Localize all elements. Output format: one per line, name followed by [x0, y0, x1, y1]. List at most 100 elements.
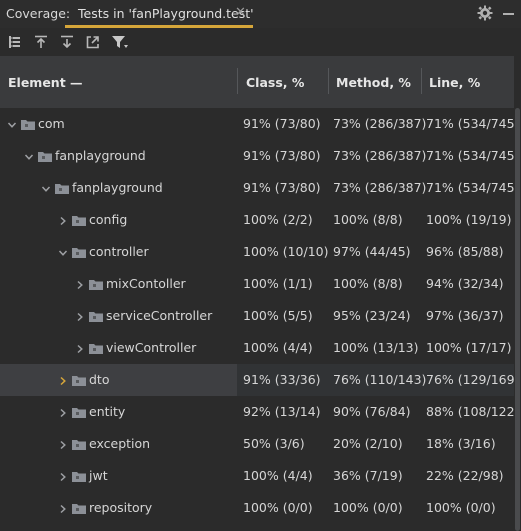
method-coverage: 100% (0/0) [333, 500, 403, 515]
chevron-right-icon[interactable] [58, 438, 68, 450]
package-name: fanplayground [55, 148, 146, 163]
class-coverage: 100% (4/4) [243, 340, 313, 355]
column-header-method[interactable]: Method, % [336, 75, 411, 90]
package-name: fanplayground [72, 180, 163, 195]
tree-row[interactable]: mixContoller 100% (1/1) 100% (8/8) 94% (32/… [0, 268, 514, 300]
class-coverage: 100% (4/4) [243, 468, 313, 483]
method-coverage: 73% (286/387) [333, 116, 427, 131]
package-folder-icon [72, 246, 86, 258]
method-coverage: 100% (8/8) [333, 212, 403, 227]
line-coverage: 94% (32/34) [426, 276, 504, 291]
package-folder-icon [72, 438, 86, 450]
package-name: com [38, 116, 65, 131]
line-coverage: 71% (534/745) [426, 116, 520, 131]
package-folder-icon [89, 278, 103, 290]
line-coverage: 97% (36/37) [426, 308, 504, 323]
method-coverage: 95% (23/24) [333, 308, 411, 323]
package-name: repository [89, 500, 153, 515]
column-divider[interactable] [421, 68, 422, 94]
method-coverage: 100% (13/13) [333, 340, 419, 355]
column-header-class[interactable]: Class, % [246, 75, 304, 90]
vertical-scrollbar[interactable] [514, 108, 521, 531]
class-coverage: 100% (5/5) [243, 308, 313, 323]
chevron-right-icon[interactable] [58, 470, 68, 482]
chevron-right-icon[interactable] [75, 278, 85, 290]
filter-icon[interactable] [111, 34, 128, 50]
tree-row[interactable]: exception 50% (3/6) 20% (2/10) 18% (3/16) [0, 428, 514, 460]
method-coverage: 90% (76/84) [333, 404, 411, 419]
class-coverage: 92% (13/14) [243, 404, 321, 419]
package-name: entity [89, 404, 126, 419]
package-folder-icon [72, 502, 86, 514]
chevron-down-icon[interactable] [41, 182, 51, 192]
chevron-right-icon[interactable] [58, 214, 68, 226]
method-coverage: 20% (2/10) [333, 436, 403, 451]
tree-row[interactable]: controller 100% (10/10) 97% (44/45) 96% (85… [0, 236, 514, 268]
line-coverage: 100% (19/19) [426, 212, 512, 227]
line-coverage: 100% (17/17) [426, 340, 512, 355]
package-folder-icon [89, 342, 103, 354]
close-icon[interactable]: ✕ [235, 5, 246, 20]
package-name: serviceController [106, 308, 213, 323]
tree-row[interactable]: config 100% (2/2) 100% (8/8) 100% (19/19) [0, 204, 514, 236]
package-name: viewController [106, 340, 197, 355]
line-coverage: 96% (85/88) [426, 244, 504, 259]
generate-report-icon[interactable] [85, 34, 101, 50]
tab-label: Tests in 'fanPlayground.test' [78, 6, 254, 21]
chevron-down-icon[interactable] [7, 118, 17, 128]
package-folder-icon [38, 150, 52, 162]
class-coverage: 91% (73/80) [243, 148, 321, 163]
coverage-toolbar [0, 28, 521, 56]
import-coverage-icon[interactable] [33, 34, 49, 50]
sort-indicator: — [70, 75, 83, 90]
package-name: exception [89, 436, 151, 451]
chevron-right-icon[interactable] [75, 310, 85, 322]
package-folder-icon [21, 118, 35, 130]
gear-icon[interactable] [477, 5, 493, 21]
column-divider[interactable] [237, 68, 238, 94]
tree-row[interactable]: viewController 100% (4/4) 100% (13/13) 100%… [0, 332, 514, 364]
package-folder-icon [55, 182, 69, 194]
package-folder-icon [72, 406, 86, 418]
flatten-packages-icon[interactable] [7, 34, 23, 50]
package-name: jwt [89, 468, 108, 483]
tree-row[interactable]: dto 91% (33/36) 76% (110/143) 76% (129/169) [0, 364, 519, 396]
line-coverage: 100% (0/0) [426, 500, 496, 515]
chevron-right-icon[interactable] [58, 502, 68, 514]
coverage-title: Coverage: [6, 6, 71, 21]
tab-tests-fanplayground[interactable]: Tests in 'fanPlayground.test' ✕ [65, 0, 254, 28]
package-folder-icon [72, 374, 86, 386]
chevron-right-icon[interactable] [75, 342, 85, 354]
method-coverage: 73% (286/387) [333, 180, 427, 195]
export-coverage-icon[interactable] [59, 34, 75, 50]
line-coverage: 71% (534/745) [426, 148, 520, 163]
chevron-right-icon[interactable] [58, 374, 68, 386]
line-coverage: 18% (3/16) [426, 436, 496, 451]
package-folder-icon [89, 310, 103, 322]
package-folder-icon [72, 214, 86, 226]
method-coverage: 100% (8/8) [333, 276, 403, 291]
package-folder-icon [72, 470, 86, 482]
tree-row[interactable]: jwt 100% (4/4) 36% (7/19) 22% (22/98) [0, 460, 514, 492]
column-header-line[interactable]: Line, % [429, 75, 480, 90]
class-coverage: 100% (2/2) [243, 212, 313, 227]
tree-row[interactable]: fanplayground 91% (73/80) 73% (286/387) 71%… [0, 140, 519, 172]
chevron-down-icon[interactable] [24, 150, 34, 160]
method-coverage: 76% (110/143) [333, 372, 427, 387]
column-divider[interactable] [328, 68, 329, 94]
scrollbar-thumb[interactable] [515, 108, 520, 531]
method-coverage: 97% (44/45) [333, 244, 411, 259]
tree-row[interactable]: entity 92% (13/14) 90% (76/84) 88% (108/122… [0, 396, 519, 428]
class-coverage: 91% (33/36) [243, 372, 321, 387]
chevron-right-icon[interactable] [58, 406, 68, 418]
column-header-element[interactable]: Element — [8, 75, 83, 90]
minimize-icon[interactable] [503, 5, 515, 21]
tree-row[interactable]: repository 100% (0/0) 100% (0/0) 100% (0/0) [0, 492, 514, 524]
coverage-tool-window-header: Coverage: Tests in 'fanPlayground.test' … [0, 0, 521, 28]
line-coverage: 22% (22/98) [426, 468, 504, 483]
tree-row[interactable]: serviceController 100% (5/5) 95% (23/24) 97… [0, 300, 514, 332]
tree-row[interactable]: fanplayground 91% (73/80) 73% (286/387) 71%… [0, 172, 519, 204]
line-coverage: 88% (108/122) [426, 404, 520, 419]
chevron-down-icon[interactable] [58, 246, 68, 256]
tree-row[interactable]: com 91% (73/80) 73% (286/387) 71% (534/745) [0, 108, 519, 140]
